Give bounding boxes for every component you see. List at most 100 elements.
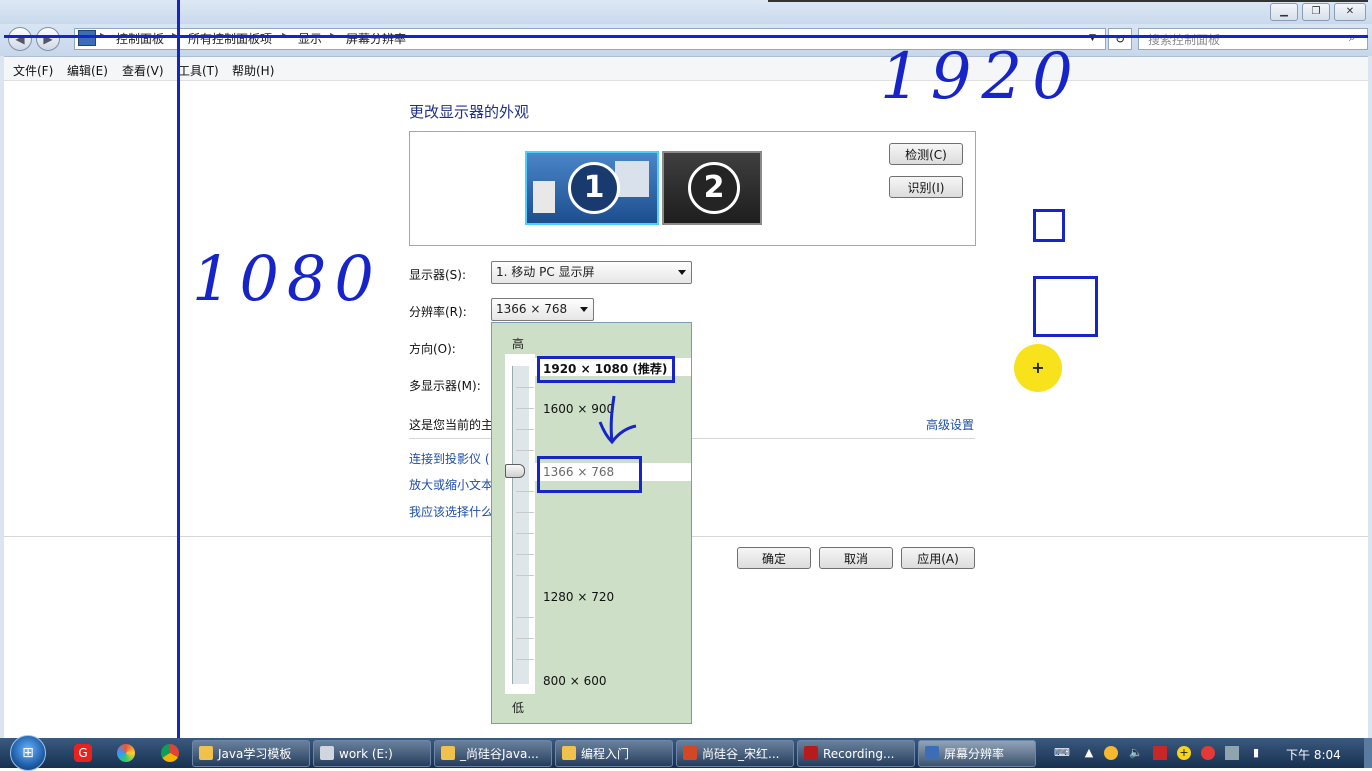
menu-edit[interactable]: 编辑(E): [67, 62, 108, 79]
menu-tools[interactable]: 工具(T): [178, 62, 219, 79]
red-app-icon[interactable]: [1153, 746, 1167, 760]
breadcrumb-display[interactable]: 显示: [298, 30, 322, 47]
recording-icon: [804, 746, 818, 760]
menu-help[interactable]: 帮助(H): [232, 62, 274, 79]
crosshair-cursor-icon: +: [1031, 358, 1045, 377]
powerpoint-icon: [683, 746, 697, 760]
slider-tick: [516, 617, 534, 618]
task-label: 屏幕分辨率: [944, 747, 1005, 761]
window-right-border: [1368, 56, 1372, 738]
slider-tick: [516, 387, 534, 388]
pen-horizontal-line: [4, 35, 1368, 38]
identify-button[interactable]: 识别(I): [889, 176, 963, 198]
system-clock[interactable]: 下午 8:04: [1286, 746, 1341, 763]
keyboard-icon[interactable]: ⌨: [1054, 746, 1070, 760]
task-label: work (E:): [339, 747, 393, 761]
high-label: 高: [512, 337, 525, 351]
slider-tick: [516, 554, 534, 555]
windows-start-icon[interactable]: ⊞: [10, 735, 46, 771]
yellow-app-icon[interactable]: +: [1177, 746, 1191, 760]
advanced-settings-link[interactable]: 高级设置: [926, 416, 974, 433]
apply-button[interactable]: 应用(A): [901, 547, 975, 569]
orientation-label: 方向(O):: [409, 342, 456, 356]
breadcrumb-screen-resolution[interactable]: 屏幕分辨率: [346, 30, 406, 47]
close-button[interactable]: ✕: [1334, 3, 1366, 21]
task-label: Java学习模板: [218, 747, 292, 761]
device-icon[interactable]: [1225, 746, 1239, 760]
menu-view[interactable]: 查看(V): [122, 62, 164, 79]
resolution-option-1280[interactable]: 1280 × 720: [543, 590, 614, 604]
chevron-down-icon: [580, 307, 588, 312]
chrome-icon[interactable]: [161, 744, 179, 762]
slider-tick: [516, 659, 534, 660]
resolution-slider-thumb[interactable]: [505, 464, 525, 478]
task-powerpoint[interactable]: 尚硅谷_宋红...: [676, 740, 794, 767]
pen-large-square: [1033, 276, 1098, 337]
search-placeholder: 搜索控制面板: [1148, 33, 1221, 47]
task-work-drive[interactable]: work (E:): [313, 740, 431, 767]
text-size-link[interactable]: 放大或缩小文本: [409, 476, 493, 493]
refresh-button[interactable]: ↻: [1108, 28, 1132, 50]
record-icon[interactable]: [1201, 746, 1215, 760]
multi-display-label: 多显示器(M):: [409, 379, 481, 393]
detect-button[interactable]: 检测(C): [889, 143, 963, 165]
task-recording[interactable]: Recording...: [797, 740, 915, 767]
breadcrumb-all-items[interactable]: 所有控制面板项: [188, 30, 272, 47]
forward-button[interactable]: ▶: [36, 27, 60, 51]
display-select[interactable]: 1. 移动 PC 显示屏: [491, 261, 692, 284]
network-icon[interactable]: [1104, 746, 1118, 760]
folder-icon: [562, 746, 576, 760]
low-label: 低: [512, 701, 525, 715]
pen-vertical-line: [177, 0, 180, 738]
task-programming-intro[interactable]: 编程入门: [555, 740, 673, 767]
task-atguigu-java[interactable]: _尚硅谷Java...: [434, 740, 552, 767]
maximize-button[interactable]: ❐: [1302, 3, 1330, 21]
monitor-2-icon[interactable]: 2: [662, 151, 762, 225]
monitor-1-window-thumb: [533, 181, 555, 213]
close-icon: ✕: [1345, 6, 1355, 17]
slider-tick: [516, 512, 534, 513]
monitor-1-icon[interactable]: 1: [525, 151, 659, 225]
resolution-option-800[interactable]: 800 × 600: [543, 674, 607, 688]
breadcrumb-control-panel[interactable]: 控制面板: [116, 30, 164, 47]
drive-icon: [320, 746, 334, 760]
task-java-template[interactable]: Java学习模板: [192, 740, 310, 767]
back-button[interactable]: ◀: [8, 27, 32, 51]
task-screen-resolution[interactable]: 屏幕分辨率: [918, 740, 1036, 767]
control-panel-icon: [925, 746, 939, 760]
power-icon[interactable]: ▮: [1249, 746, 1263, 760]
volume-icon[interactable]: 🔈: [1129, 746, 1143, 760]
resolution-label: 分辨率(R):: [409, 305, 467, 319]
pen-down-arrow: [598, 395, 637, 445]
cancel-button[interactable]: 取消: [819, 547, 893, 569]
pen-text-1080: 1080: [192, 242, 382, 315]
show-desktop-button[interactable]: [1364, 738, 1372, 768]
task-label: _尚硅谷Java...: [460, 747, 539, 761]
window-left-border: [0, 56, 4, 738]
titlebar-edge: [768, 0, 1368, 2]
task-label: Recording...: [823, 747, 895, 761]
which-setting-link[interactable]: 我应该选择什么: [409, 503, 493, 520]
resolution-select[interactable]: 1366 × 768: [491, 298, 594, 321]
resolution-slider-track[interactable]: [512, 366, 529, 684]
task-label: 编程入门: [581, 747, 630, 761]
current-display-text: 这是您当前的主: [409, 418, 494, 432]
pen-small-square: [1033, 209, 1065, 242]
projector-link[interactable]: 连接到投影仪 (: [409, 450, 490, 467]
ok-button[interactable]: 确定: [737, 547, 811, 569]
slider-tick: [516, 575, 534, 576]
slider-tick: [516, 638, 534, 639]
minimize-button[interactable]: ▁: [1270, 3, 1298, 21]
cursor-highlight: +: [1014, 344, 1062, 392]
chevron-down-icon: [678, 270, 686, 275]
monitor-2-number: 2: [688, 162, 740, 214]
menu-file[interactable]: 文件(F): [13, 62, 53, 79]
pen-text-1920: 1920: [880, 40, 1083, 114]
show-hidden-icon[interactable]: ▲: [1082, 746, 1096, 760]
display-label: 显示器(S):: [409, 268, 467, 282]
pen-box-1920: [537, 356, 675, 383]
folder-icon: [441, 746, 455, 760]
monitor-1-number: 1: [568, 162, 620, 214]
colorball-icon[interactable]: [117, 744, 135, 762]
weibo-icon[interactable]: G: [74, 744, 92, 762]
